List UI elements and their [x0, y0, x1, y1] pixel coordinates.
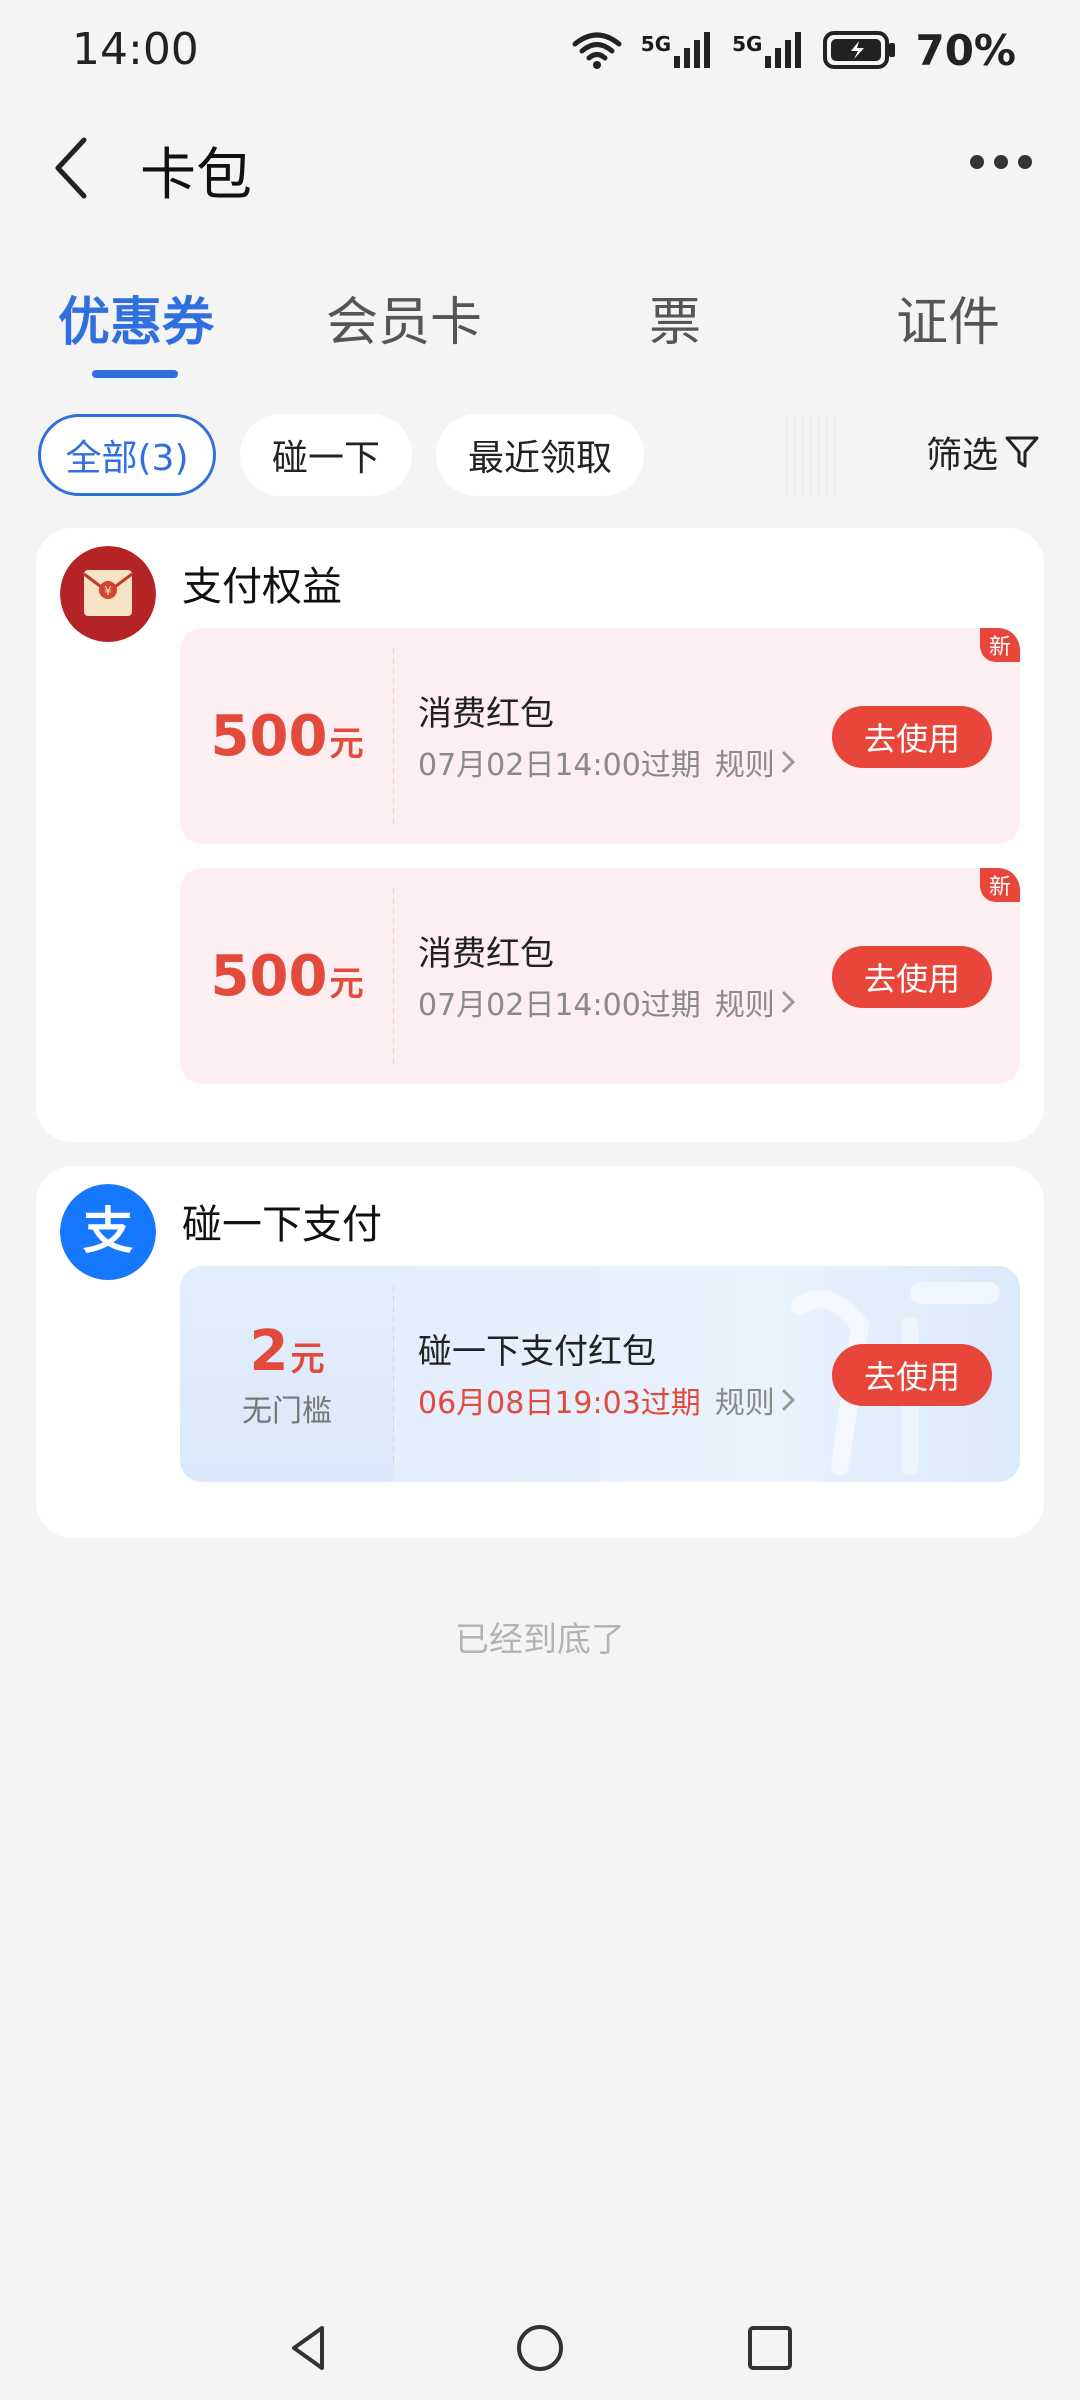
coupon-amount: 500 元 [211, 704, 364, 769]
rules-link[interactable]: 规则 [715, 1378, 797, 1422]
category-tabs: 优惠券 会员卡 票 证件 [0, 280, 1080, 390]
amount-value: 500 [210, 703, 328, 769]
more-options-icon[interactable] [966, 142, 1036, 182]
nav-back-icon[interactable] [282, 2320, 338, 2376]
status-icons: 5G 5G 70% [571, 22, 1016, 78]
coupon-item: 500 元 消费红包 07月02日14:00过期 规则 去使用 新 [180, 868, 1020, 1084]
card-wallet-screen: 14:00 5G 5G 70% 卡包 优惠券 会员卡 票 证件 全部(3) 碰一… [0, 0, 1080, 2400]
expiry-text: 06月08日19:03过期 [418, 1386, 701, 1421]
coupon-name: 碰一下支付红包 [418, 1332, 656, 1372]
use-coupon-button[interactable]: 去使用 [832, 706, 992, 768]
status-bar: 14:00 5G 5G 70% [0, 0, 1080, 100]
scroll-fade [780, 414, 840, 496]
coupon-expiry-row: 07月02日14:00过期 规则 [418, 980, 797, 1024]
new-badge: 新 [980, 628, 1020, 662]
signal-bars-icon [674, 32, 711, 68]
chevron-right-icon [781, 990, 795, 1014]
new-badge: 新 [980, 868, 1020, 902]
filter-row: 全部(3) 碰一下 最近领取 筛选 [0, 414, 1080, 498]
coupon-amount-area: 500 元 [180, 628, 394, 844]
amount-value: 2 [249, 1318, 289, 1384]
filter-label: 筛选 [925, 435, 998, 476]
amount-unit: 元 [290, 1338, 325, 1379]
rules-label: 规则 [714, 1386, 775, 1421]
svg-text:¥: ¥ [104, 584, 112, 598]
amount-value: 500 [210, 943, 328, 1009]
cellular-signal-2: 5G [732, 32, 805, 68]
nav-home-icon[interactable] [512, 2320, 568, 2376]
coupon-expiry-row: 07月02日14:00过期 规则 [418, 740, 797, 784]
network-type-label: 5G [732, 32, 763, 56]
coupon-item: 500 元 消费红包 07月02日14:00过期 规则 去使用 新 [180, 628, 1020, 844]
tab-documents[interactable]: 证件 [888, 280, 1008, 355]
coupon-name: 消费红包 [418, 934, 554, 974]
signal-bars-icon [765, 32, 802, 68]
coupon-info-area: 消费红包 07月02日14:00过期 规则 去使用 新 [394, 628, 1020, 844]
coupon-expiry-row: 06月08日19:03过期 规则 [418, 1378, 797, 1422]
group-title: 支付权益 [182, 564, 342, 610]
coupon-group-tap-to-pay: 支 碰一下支付 2 元 无门槛 碰一下支付红包 06月08日19:03过期 规则… [36, 1166, 1044, 1538]
group-title: 碰一下支付 [182, 1202, 382, 1248]
coupon-amount: 2 元 [250, 1319, 325, 1384]
rules-link[interactable]: 规则 [715, 740, 797, 784]
amount-unit: 元 [329, 723, 364, 764]
tab-coupons[interactable]: 优惠券 [56, 280, 216, 355]
coupon-name: 消费红包 [418, 694, 554, 734]
amount-unit: 元 [329, 963, 364, 1004]
nav-recents-icon[interactable] [742, 2320, 798, 2376]
chevron-right-icon [781, 750, 795, 774]
rules-label: 规则 [714, 748, 775, 783]
use-coupon-button[interactable]: 去使用 [832, 1344, 992, 1406]
coupon-amount-area: 500 元 [180, 868, 394, 1084]
expiry-text: 07月02日14:00过期 [418, 988, 701, 1023]
coupon-item: 2 元 无门槛 碰一下支付红包 06月08日19:03过期 规则 去使用 [180, 1266, 1020, 1482]
active-tab-indicator [92, 370, 178, 378]
coupon-info-area: 碰一下支付红包 06月08日19:03过期 规则 去使用 [394, 1266, 1020, 1482]
coupon-info-area: 消费红包 07月02日14:00过期 规则 去使用 新 [394, 868, 1020, 1084]
cellular-signal-1: 5G [641, 32, 714, 68]
coupon-threshold: 无门槛 [242, 1393, 332, 1429]
network-type-label: 5G [640, 32, 672, 56]
rules-label: 规则 [714, 988, 775, 1023]
system-nav-bar [0, 2300, 1080, 2400]
back-arrow-icon[interactable] [44, 128, 104, 208]
wifi-icon [572, 32, 622, 69]
chevron-right-icon [781, 1388, 795, 1412]
coupon-amount: 500 元 [211, 944, 364, 1009]
app-header: 卡包 [0, 110, 1080, 220]
tab-membership-cards[interactable]: 会员卡 [324, 280, 484, 355]
filter-chip-recent[interactable]: 最近领取 [436, 414, 644, 496]
use-coupon-button[interactable]: 去使用 [832, 946, 992, 1008]
end-of-list-note: 已经到底了 [455, 1620, 625, 1660]
coupon-group-payment-benefits: ¥ 支付权益 500 元 消费红包 07月02日14:00过期 规则 去使用 新… [36, 528, 1044, 1142]
svg-text:支: 支 [83, 1202, 133, 1260]
battery-icon [823, 31, 896, 69]
red-envelope-icon: ¥ [60, 546, 156, 642]
page-title: 卡包 [140, 143, 252, 208]
coupon-amount-area: 2 元 无门槛 [180, 1266, 394, 1482]
tab-tickets[interactable]: 票 [630, 280, 720, 355]
alipay-icon: 支 [60, 1184, 156, 1280]
rules-link[interactable]: 规则 [715, 980, 797, 1024]
funnel-icon [1005, 436, 1039, 468]
status-time: 14:00 [72, 24, 199, 75]
battery-percent: 70% [915, 25, 1016, 75]
expiry-text: 07月02日14:00过期 [418, 748, 701, 783]
filter-chip-tap[interactable]: 碰一下 [240, 414, 412, 496]
filter-button[interactable]: 筛选 [926, 426, 1040, 478]
filter-chip-all[interactable]: 全部(3) [38, 414, 216, 496]
